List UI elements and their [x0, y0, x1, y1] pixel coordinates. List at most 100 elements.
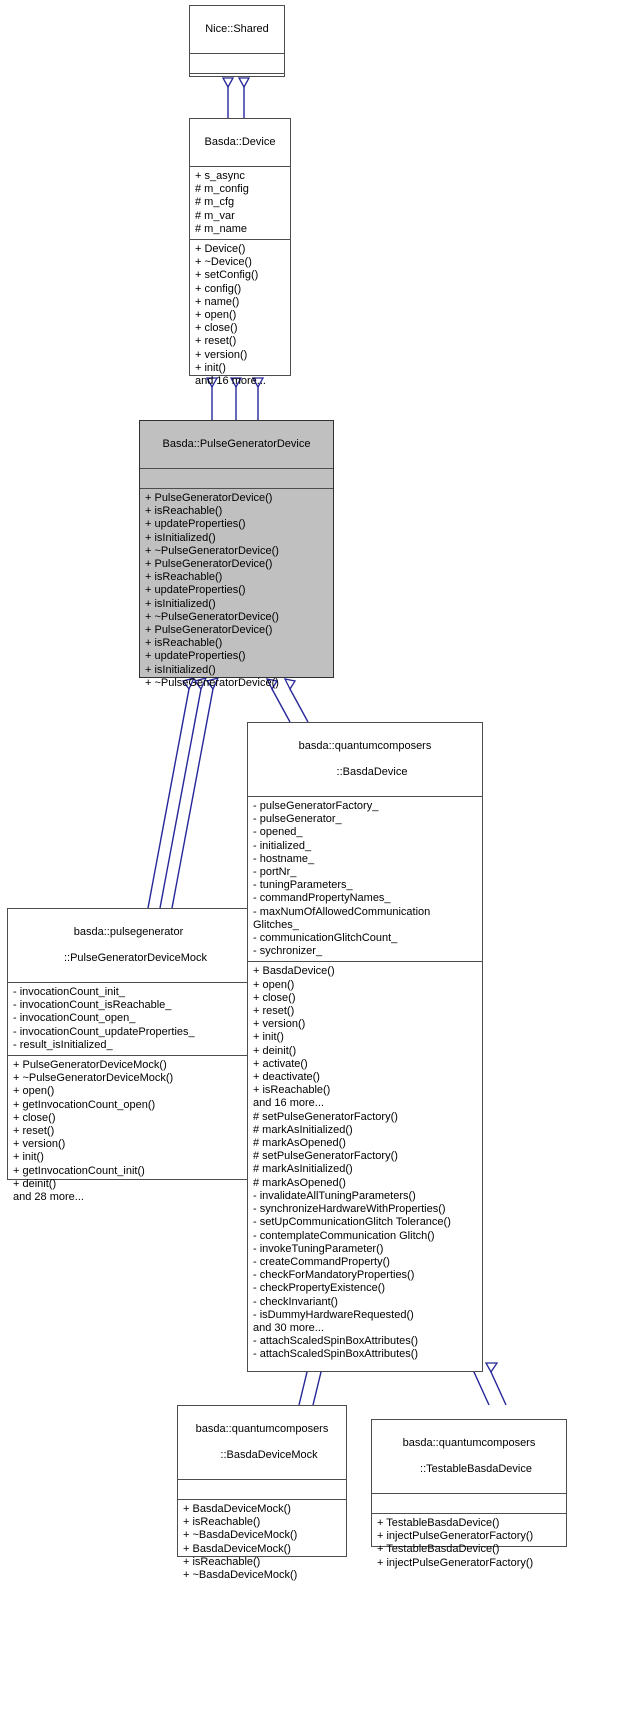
member-row: - pulseGeneratorFactory_ — [253, 800, 379, 812]
class-title-basda-device-qc: basda::quantumcomposers ::BasdaDevice — [298, 740, 432, 778]
class-title-basda-device: Basda::Device — [204, 136, 276, 148]
member-row: + open() — [13, 1085, 55, 1098]
member-row: - maxNumOfAllowedCommunication Glitches_ — [253, 905, 431, 931]
member-row: and 16 more... — [195, 375, 266, 388]
uml-diagram-canvas: Nice::Shared Basda::Device + s_async # m_… — [0, 0, 624, 1719]
attributes-section-pulse-generator-device-mock: - invocationCount_init_ - invocationCount… — [8, 983, 249, 1055]
member-row: + ~PulseGeneratorDevice() — [145, 610, 279, 623]
member-row: - synchronizeHardwareWithProperties() — [253, 1203, 446, 1216]
member-row: + PulseGeneratorDevice() — [145, 492, 273, 504]
member-row: # markAsInitialized() — [253, 1163, 353, 1176]
member-row: + updateProperties() — [145, 518, 246, 531]
methods-section-basda-device: + Device() + ~Device() + setConfig() + conf… — [190, 240, 290, 391]
member-row: - result_isInitialized_ — [13, 1038, 113, 1051]
class-title-testable-basda-device: basda::quantumcomposers ::TestableBasdaD… — [402, 1437, 536, 1475]
member-row: - checkForMandatoryProperties() — [253, 1269, 415, 1282]
member-row: + s_async — [195, 170, 245, 182]
member-row: - invocationCount_init_ — [13, 986, 125, 998]
member-row: + reset() — [253, 1005, 295, 1018]
member-row: # m_var — [195, 209, 235, 222]
member-row: + isReachable() — [145, 505, 223, 518]
member-row: and 30 more... — [253, 1321, 324, 1334]
member-row: + open() — [195, 309, 237, 322]
member-row: # setPulseGeneratorFactory() — [253, 1110, 398, 1123]
member-row: # m_cfg — [195, 196, 235, 209]
member-row: # setPulseGeneratorFactory() — [253, 1150, 398, 1163]
attributes-section-basda-device: + s_async # m_config # m_cfg # m_var # m_nam… — [190, 167, 290, 239]
class-box-pulse-generator-device-mock[interactable]: basda::pulsegenerator ::PulseGeneratorDe… — [7, 908, 250, 1203]
attributes-section-basda-device-mock — [178, 1480, 346, 1499]
member-row: + open() — [253, 978, 295, 991]
member-row: - checkPropertyExistence() — [253, 1282, 386, 1295]
member-row: - attachScaledSpinBoxAttributes() — [253, 1348, 419, 1361]
member-row: + updateProperties() — [145, 584, 246, 597]
member-row: + setConfig() — [195, 269, 259, 282]
member-row: + deinit() — [13, 1177, 57, 1190]
member-row: + init() — [253, 1031, 284, 1044]
member-row: # markAsOpened() — [253, 1137, 346, 1150]
member-row: + activate() — [253, 1057, 308, 1070]
attributes-section-testable-basda-device — [372, 1494, 566, 1513]
member-row: + close() — [195, 322, 238, 335]
member-row: - hostname_ — [253, 852, 315, 865]
class-title-pulse-generator-device: Basda::PulseGeneratorDevice — [162, 438, 311, 450]
member-row: + injectPulseGeneratorFactory() — [377, 1530, 534, 1543]
member-row: + ~Device() — [195, 256, 252, 269]
attributes-section-nice-shared — [190, 54, 284, 73]
member-row: + init() — [195, 361, 226, 374]
member-row: - invocationCount_updateProperties_ — [13, 1025, 195, 1038]
member-row: + close() — [13, 1111, 56, 1124]
class-box-basda-device-mock[interactable]: basda::quantumcomposers ::BasdaDeviceMoc… — [177, 1405, 347, 1581]
class-box-pulse-generator-device[interactable]: Basda::PulseGeneratorDevice + PulseGener… — [139, 420, 334, 689]
member-row: + ~BasdaDeviceMock() — [183, 1569, 298, 1582]
member-row: + isReachable() — [253, 1084, 331, 1097]
member-row: - tuningParameters_ — [253, 879, 353, 892]
class-box-nice-shared[interactable]: Nice::Shared — [189, 5, 285, 77]
member-row: + PulseGeneratorDevice() — [145, 558, 273, 571]
member-row: + reset() — [195, 335, 237, 348]
member-row: + version() — [13, 1138, 66, 1151]
member-row: + ~PulseGeneratorDevice() — [145, 544, 279, 557]
member-row: + isReachable() — [145, 637, 223, 650]
member-row: - setUpCommunicationGlitch Tolerance() — [253, 1216, 451, 1229]
member-row: - contemplateCommunication Glitch() — [253, 1229, 435, 1242]
member-row: + isReachable() — [183, 1516, 261, 1529]
member-row: + getInvocationCount_init() — [13, 1164, 145, 1177]
member-row: - checkInvariant() — [253, 1295, 338, 1308]
member-row: # m_name — [195, 222, 247, 235]
member-row: # m_config — [195, 183, 249, 196]
member-row: + isInitialized() — [145, 531, 216, 544]
member-row: + version() — [253, 1018, 306, 1031]
member-row: - invocationCount_open_ — [13, 1012, 136, 1025]
member-row: - isDummyHardwareRequested() — [253, 1308, 414, 1321]
member-row: + injectPulseGeneratorFactory() — [377, 1556, 534, 1569]
member-row: - invocationCount_isReachable_ — [13, 999, 172, 1012]
member-row: + isReachable() — [183, 1555, 261, 1568]
class-box-basda-device-qc[interactable]: basda::quantumcomposers ::BasdaDevice - … — [247, 722, 483, 1372]
member-row: + version() — [195, 348, 248, 361]
member-row: + updateProperties() — [145, 650, 246, 663]
member-row: # markAsInitialized() — [253, 1123, 353, 1136]
methods-section-basda-device-qc: + BasdaDevice() + open() + close() + reset(… — [248, 962, 482, 1364]
member-row: + TestableBasdaDevice() — [377, 1543, 500, 1556]
member-row: - createCommandProperty() — [253, 1255, 390, 1268]
methods-section-pulse-generator-device-mock: + PulseGeneratorDeviceMock() + ~PulseGene… — [8, 1056, 249, 1207]
member-row: + TestableBasdaDevice() — [377, 1517, 500, 1529]
class-box-testable-basda-device[interactable]: basda::quantumcomposers ::TestableBasdaD… — [371, 1419, 567, 1569]
methods-section-basda-device-mock: + BasdaDeviceMock() + isReachable() + ~Bas… — [178, 1500, 346, 1585]
member-row: - invalidateAllTuningParameters() — [253, 1189, 416, 1202]
class-box-basda-device[interactable]: Basda::Device + s_async # m_config # m_cfg… — [189, 118, 291, 387]
methods-section-pulse-generator-device: + PulseGeneratorDevice() + isReachable() +… — [140, 489, 333, 693]
member-row: + deinit() — [253, 1044, 297, 1057]
member-row: - portNr_ — [253, 866, 297, 879]
member-row: + BasdaDeviceMock() — [183, 1503, 291, 1515]
member-row: + Device() — [195, 243, 246, 256]
attributes-section-pulse-generator-device — [140, 469, 333, 488]
member-row: - initialized_ — [253, 839, 312, 852]
methods-section-testable-basda-device: + TestableBasdaDevice() + injectPulseGene… — [372, 1514, 566, 1573]
member-row: + ~PulseGeneratorDevice() — [145, 676, 279, 689]
member-row: # markAsOpened() — [253, 1176, 346, 1189]
member-row: + config() — [195, 282, 242, 295]
class-title-pulse-generator-device-mock: basda::pulsegenerator ::PulseGeneratorDe… — [63, 926, 208, 964]
member-row: - pulseGenerator_ — [253, 813, 342, 826]
